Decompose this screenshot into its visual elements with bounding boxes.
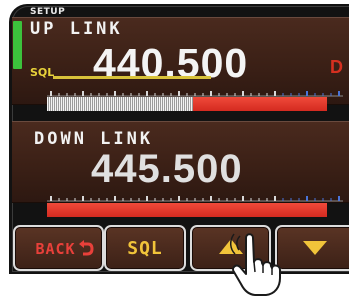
setup-title: SETUP bbox=[30, 7, 66, 17]
pointing-hand-icon bbox=[230, 233, 281, 296]
back-button[interactable]: BACK bbox=[13, 225, 104, 271]
active-band-indicator bbox=[13, 21, 22, 69]
downlink-meter-scale bbox=[47, 196, 343, 202]
downlink-signal-meter bbox=[47, 203, 327, 217]
sql-button[interactable]: SQL bbox=[104, 225, 186, 271]
uplink-meter-fill bbox=[47, 97, 193, 111]
downlink-frequency: 445.500 bbox=[91, 147, 243, 191]
uplink-label: UP LINK bbox=[30, 19, 123, 39]
downlink-meter-red-zone bbox=[47, 203, 327, 217]
mode-tag: D bbox=[330, 57, 343, 77]
uplink-signal-meter bbox=[47, 97, 327, 111]
downlink-label: DOWN LINK bbox=[34, 129, 154, 149]
return-arrow-icon bbox=[79, 240, 94, 256]
sql-indicator: SQL bbox=[30, 66, 55, 79]
triangle-down-icon bbox=[303, 241, 327, 255]
uplink-meter-red-zone bbox=[192, 97, 327, 111]
sql-button-label: SQL bbox=[127, 238, 163, 259]
sql-level-line bbox=[53, 76, 211, 79]
uplink-frequency: 440.500 bbox=[93, 40, 249, 86]
